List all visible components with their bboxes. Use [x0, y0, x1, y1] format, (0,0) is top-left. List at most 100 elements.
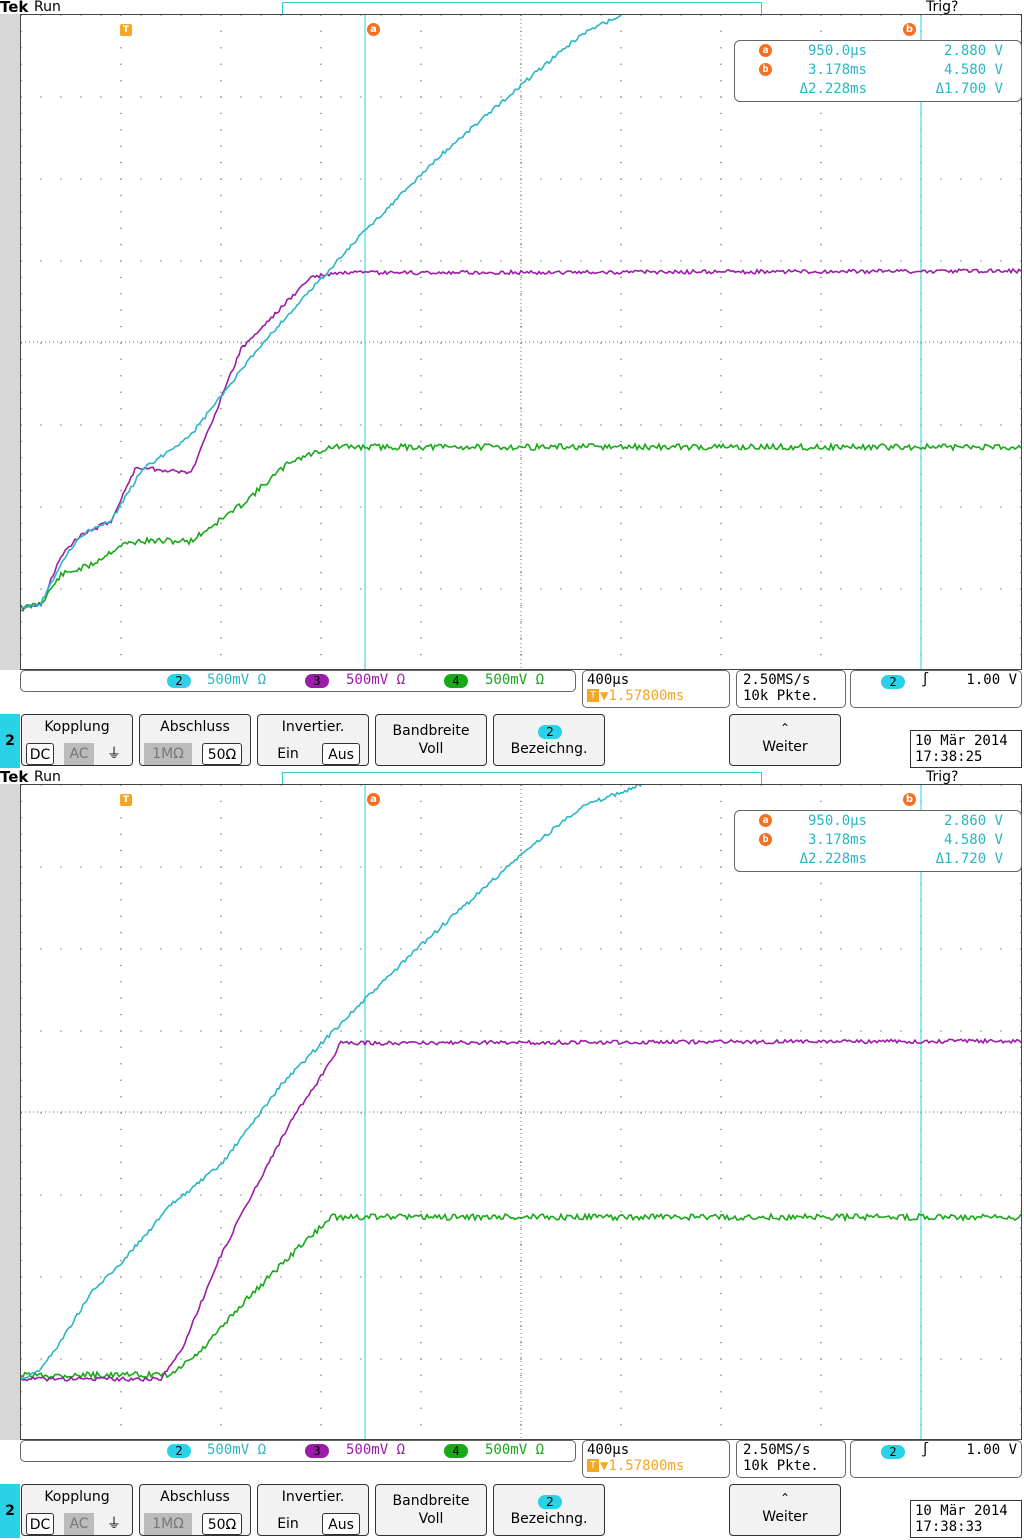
kopplung-title: Kopplung	[44, 1489, 110, 1505]
invert-off-option[interactable]: Aus	[322, 743, 360, 765]
bezeichnung-channel-badge: 2	[538, 725, 562, 739]
impedance-1m-option[interactable]: 1MΩ	[144, 1513, 192, 1535]
trigger-level: 1.00 V	[966, 1442, 1017, 1458]
trigger-time-marker[interactable]: T	[120, 24, 132, 36]
cursor-a-time: 950.0µs	[807, 813, 867, 829]
invert-off-option[interactable]: Aus	[322, 1513, 360, 1535]
sample-rate-box[interactable]: 2.50MS/s 10k Pkte.	[736, 670, 846, 708]
sample-rate-box[interactable]: 2.50MS/s 10k Pkte.	[736, 1440, 846, 1478]
date: 10 Mär 2014	[915, 733, 1008, 749]
bandbreite-title: Bandbreite	[392, 1493, 470, 1509]
waveform-graticule[interactable]	[20, 784, 1022, 1440]
cursor-delta-time: Δ2.228ms	[799, 81, 867, 97]
trigger-pos-icon: T	[587, 1459, 599, 1472]
cursor-b-time: 3.178ms	[807, 832, 867, 848]
bandbreite-button[interactable]: Bandbreite Voll	[375, 714, 487, 766]
cursor-a-time: 950.0µs	[807, 43, 867, 59]
bandbreite-value: Voll	[418, 741, 444, 757]
coupling-dc-option[interactable]: DC	[26, 743, 54, 765]
ch3-badge[interactable]: 3	[305, 674, 329, 688]
ch2-badge[interactable]: 2	[167, 674, 191, 688]
ch4-scale: 500mV Ω	[485, 672, 545, 688]
readout-a-icon: a	[759, 814, 772, 827]
ch2-badge[interactable]: 2	[167, 1444, 191, 1458]
channel-offset-strip	[0, 784, 20, 1440]
abschluss-title: Abschluss	[160, 1489, 230, 1505]
bezeichnung-title: Bezeichng.	[510, 741, 588, 757]
timebase-div: 400µs	[587, 672, 630, 688]
ground-icon[interactable]: ⏚	[102, 1513, 126, 1535]
cursor-a-marker[interactable]: a	[367, 23, 380, 36]
menu-channel-indicator: 2	[0, 1484, 20, 1538]
run-state: Run	[34, 0, 61, 15]
bandbreite-button[interactable]: Bandbreite Voll	[375, 1484, 487, 1536]
cursor-a-volt: 2.860 V	[943, 813, 1003, 829]
timebase-div: 400µs	[587, 1442, 630, 1458]
cursor-a-marker[interactable]: a	[367, 793, 380, 806]
bezeichnung-channel-badge: 2	[538, 1495, 562, 1509]
channel-scale-bar: 2 500mV Ω 3 500mV Ω 4 500mV Ω	[20, 670, 576, 692]
waveform-plot	[21, 785, 1021, 1439]
ground-icon[interactable]: ⏚	[102, 743, 126, 765]
invert-on-option[interactable]: Ein	[268, 743, 308, 765]
trigger-box[interactable]: 2 ∫ 1.00 V	[850, 1440, 1022, 1478]
trigger-source-badge: 2	[881, 1445, 905, 1459]
sample-rate: 2.50MS/s	[743, 1442, 811, 1458]
date-time-display: 10 Mär 2014 17:38:33	[910, 1500, 1022, 1538]
invert-on-option[interactable]: Ein	[268, 1513, 308, 1535]
cursor-delta-volt: Δ1.700 V	[935, 81, 1003, 97]
bezeichnung-button[interactable]: 2 Bezeichng.	[493, 1484, 605, 1536]
run-state: Run	[34, 769, 61, 785]
invertier-menu[interactable]: Invertier. Ein Aus	[257, 1484, 369, 1536]
scope-screen-2: Tek Run Trig? T a b a 950.0µs 2.860 V b …	[0, 768, 1024, 1540]
weiter-label: Weiter	[762, 1509, 808, 1525]
ch2-waveform	[21, 785, 642, 1381]
bezeichnung-button[interactable]: 2 Bezeichng.	[493, 714, 605, 766]
cursor-delta-time: Δ2.228ms	[799, 851, 867, 867]
ch4-badge[interactable]: 4	[444, 1444, 468, 1458]
bandbreite-title: Bandbreite	[392, 723, 470, 739]
impedance-50-option[interactable]: 50Ω	[202, 743, 242, 765]
more-arrow-icon: ⌃	[779, 1491, 791, 1505]
timebase-box[interactable]: 400µs T ▼1.57800ms	[582, 1440, 730, 1478]
impedance-1m-option[interactable]: 1MΩ	[144, 743, 192, 765]
ch3-badge[interactable]: 3	[305, 1444, 329, 1458]
ch2-scale: 500mV Ω	[207, 1442, 267, 1458]
cursor-b-volt: 4.580 V	[943, 832, 1003, 848]
waveform-graticule[interactable]	[20, 14, 1022, 670]
cursor-b-marker[interactable]: b	[903, 23, 916, 36]
abschluss-menu[interactable]: Abschluss 1MΩ 50Ω	[139, 714, 251, 766]
ch4-badge[interactable]: 4	[444, 674, 468, 688]
waveform-plot	[21, 15, 1021, 669]
weiter-button[interactable]: ⌃ Weiter	[729, 714, 841, 766]
invertier-menu[interactable]: Invertier. Ein Aus	[257, 714, 369, 766]
weiter-label: Weiter	[762, 739, 808, 755]
coupling-dc-option[interactable]: DC	[26, 1513, 54, 1535]
kopplung-menu[interactable]: Kopplung DC AC ⏚	[21, 1484, 133, 1536]
abschluss-menu[interactable]: Abschluss 1MΩ 50Ω	[139, 1484, 251, 1536]
ch2-waveform	[21, 15, 622, 610]
channel-scale-bar: 2 500mV Ω 3 500mV Ω 4 500mV Ω	[20, 1440, 576, 1462]
invertier-title: Invertier.	[281, 1489, 345, 1505]
trigger-slope-icon: ∫	[921, 1442, 930, 1458]
invertier-title: Invertier.	[281, 719, 345, 735]
trigger-state: Trig?	[926, 0, 959, 15]
readout-b-icon: b	[759, 833, 772, 846]
cursor-b-marker[interactable]: b	[903, 793, 916, 806]
ch2-scale: 500mV Ω	[207, 672, 267, 688]
coupling-ac-option[interactable]: AC	[64, 743, 94, 765]
trigger-box[interactable]: 2 ∫ 1.00 V	[850, 670, 1022, 708]
impedance-50-option[interactable]: 50Ω	[202, 1513, 242, 1535]
timebase-box[interactable]: 400µs T ▼1.57800ms	[582, 670, 730, 708]
date-time-display: 10 Mär 2014 17:38:25	[910, 730, 1022, 768]
trigger-position: ▼1.57800ms	[600, 1458, 685, 1474]
kopplung-menu[interactable]: Kopplung DC AC ⏚	[21, 714, 133, 766]
time: 17:38:25	[915, 749, 983, 765]
cursor-b-volt: 4.580 V	[943, 62, 1003, 78]
weiter-button[interactable]: ⌃ Weiter	[729, 1484, 841, 1536]
coupling-ac-option[interactable]: AC	[64, 1513, 94, 1535]
kopplung-title: Kopplung	[44, 719, 110, 735]
cursor-readout: a 950.0µs 2.860 V b 3.178ms 4.580 V Δ2.2…	[734, 810, 1022, 872]
more-arrow-icon: ⌃	[779, 721, 791, 735]
trigger-time-marker[interactable]: T	[120, 794, 132, 806]
